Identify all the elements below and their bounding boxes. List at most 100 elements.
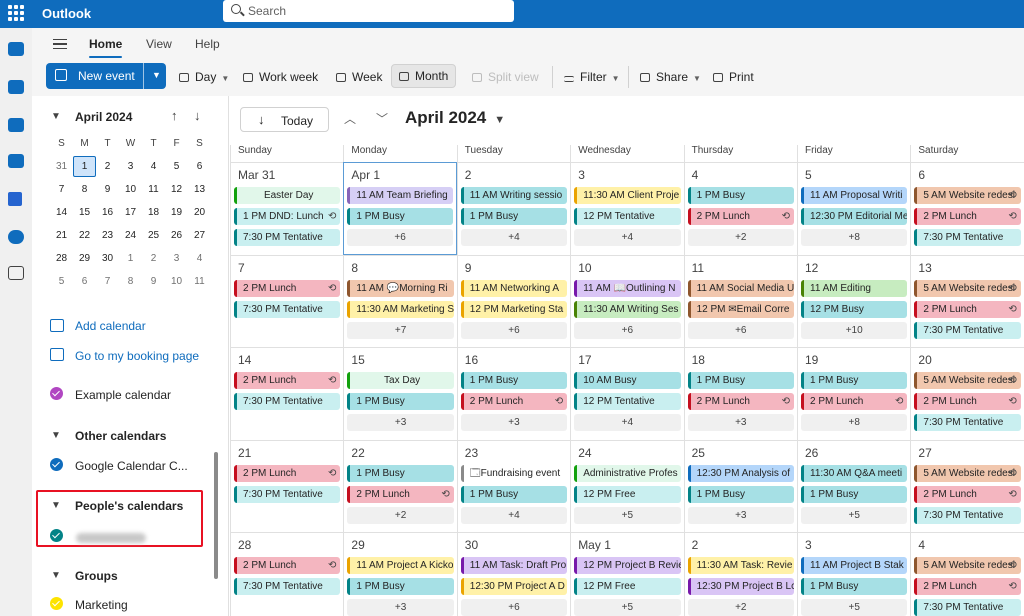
calendar-event[interactable]: 11 AM 📖Outlining N (574, 279, 681, 297)
minical-day[interactable]: 5 (165, 161, 188, 172)
day-cell[interactable]: 17 10 AM Busy 12 PM Tentative +4 (570, 347, 684, 440)
mail-icon[interactable] (8, 42, 24, 56)
day-cell[interactable]: 18 1 PM Busy 2 PM Lunch ⟲ +3 (683, 347, 797, 440)
minical-day[interactable]: 25 (142, 230, 165, 241)
google-calendar-item[interactable]: Google Calendar C... (75, 459, 188, 473)
minical-day[interactable]: 8 (119, 276, 142, 287)
calendar-event[interactable]: 2 PM Lunch ⟲ (914, 300, 1021, 318)
more-events-button[interactable]: +2 (687, 599, 794, 616)
calendar-event[interactable]: 5 AM Website redesi ⟲ (914, 372, 1021, 389)
calendar-event[interactable]: 12:30 PM Editorial Me (801, 208, 908, 225)
calendar-event[interactable]: 12 PM Free (574, 485, 681, 503)
day-cell[interactable]: 28 2 PM Lunch ⟲ 7:30 PM Tentative (230, 532, 344, 616)
minical-day[interactable]: 17 (119, 207, 142, 218)
minical-day[interactable]: 13 (188, 184, 211, 195)
minical-day[interactable]: 4 (188, 253, 211, 264)
calendar-event[interactable]: 12 PM Project B Revie (574, 557, 681, 574)
minical-day[interactable]: 31 (50, 161, 73, 172)
scrollbar[interactable] (214, 452, 218, 579)
new-event-button[interactable]: New event ▼ (46, 63, 166, 89)
calendar-event[interactable]: 11 AM Project B Stak (801, 557, 908, 574)
minical-day[interactable]: 1 (73, 156, 96, 177)
app-name[interactable]: Outlook (42, 6, 91, 21)
more-events-button[interactable]: +4 (460, 229, 568, 246)
calendar-event[interactable]: 11 AM 💬Morning Ri (347, 279, 454, 297)
day-cell[interactable]: 23 🗔Fundraising event 1 PM Busy +4 (456, 439, 571, 532)
chevron-down-icon[interactable]: ﹀ (376, 110, 388, 127)
day-cell[interactable]: May 1 12 PM Project B Revie 12 PM Free +5 (570, 532, 684, 616)
calendar-event[interactable]: 5 AM Website redesi ⟲ (914, 464, 1021, 482)
minical-day[interactable]: 10 (119, 184, 142, 195)
calendar-event[interactable]: Easter Day (234, 187, 341, 204)
calendar-icon[interactable] (8, 80, 24, 94)
calendar-event[interactable]: 1 PM Busy (347, 393, 454, 410)
calendar-event[interactable]: 12 PM Tentative (574, 393, 681, 410)
groups-icon[interactable] (8, 154, 24, 168)
calendar-event[interactable]: 11:30 AM Q&A meeti (801, 464, 908, 482)
calendar-event[interactable]: 12 PM Tentative (574, 208, 681, 225)
minical-day[interactable]: 2 (142, 253, 165, 264)
day-cell[interactable]: 7 2 PM Lunch ⟲ 7:30 PM Tentative (230, 254, 344, 347)
day-cell[interactable]: 8 11 AM 💬Morning Ri 11:30 AM Marketing S +7 (343, 254, 457, 347)
groups-header[interactable]: Groups (75, 569, 118, 583)
calendar-event[interactable]: 11:30 AM Task: Revie (687, 557, 794, 574)
minical-day[interactable]: 30 (96, 253, 119, 264)
more-events-button[interactable]: +4 (460, 506, 568, 524)
other-calendars-header[interactable]: Other calendars (75, 429, 166, 443)
day-cell[interactable]: 3 11 AM Project B Stak 1 PM Busy +5 (797, 532, 911, 616)
day-cell[interactable]: Mar 31 Easter Day 1 PM DND: Lunch ⟲ 7:30 PM … (230, 162, 344, 255)
calendar-event[interactable]: 7:30 PM Tentative (914, 599, 1021, 616)
calendar-event[interactable]: 11:30 AM Marketing S (347, 300, 454, 318)
day-cell[interactable]: 2 11 AM Writing sessio 1 PM Busy +4 (456, 162, 571, 255)
checkbox-checked-icon[interactable] (50, 597, 63, 610)
booking-page-link[interactable]: Go to my booking page (75, 349, 199, 363)
calendar-event[interactable]: 1 PM Busy (460, 485, 568, 503)
more-events-button[interactable]: +6 (460, 321, 568, 339)
people-icon[interactable] (8, 118, 24, 132)
day-cell[interactable]: 13 5 AM Website redesi ⟲ 2 PM Lunch ⟲ 7:30 PM… (910, 254, 1024, 347)
calendar-event[interactable]: 2 PM Lunch ⟲ (914, 208, 1021, 225)
print-button[interactable]: Print (713, 70, 754, 84)
more-events-button[interactable]: +3 (347, 599, 454, 616)
minical-day[interactable]: 20 (188, 207, 211, 218)
month-title[interactable]: April 2024 ▼ (405, 108, 505, 128)
day-cell[interactable]: 10 11 AM 📖Outlining N 11:30 AM Writing Ses… (570, 254, 684, 347)
menu-icon[interactable] (53, 39, 67, 49)
more-events-button[interactable]: +6 (460, 599, 568, 616)
minical-day[interactable]: 11 (142, 184, 165, 195)
day-cell[interactable]: Apr 1 11 AM Team Briefing 1 PM Busy +6 (343, 162, 457, 255)
calendar-event[interactable]: 2 PM Lunch ⟲ (460, 393, 568, 410)
calendar-event[interactable]: 11 AM Editing (801, 279, 908, 297)
calendar-event[interactable]: 1 PM Busy (801, 372, 908, 389)
calendar-event[interactable]: 2 PM Lunch ⟲ (347, 485, 454, 503)
minical-day[interactable]: 19 (165, 207, 188, 218)
minical-day[interactable]: 22 (73, 230, 96, 241)
minical-day[interactable]: 7 (96, 276, 119, 287)
more-events-button[interactable]: +2 (687, 229, 794, 246)
today-button[interactable]: ↓ Today (240, 107, 329, 132)
calendar-event[interactable]: 2 PM Lunch ⟲ (914, 393, 1021, 410)
calendar-event[interactable]: 1 PM Busy (801, 485, 908, 503)
calendar-event[interactable]: 1 PM Busy (460, 372, 568, 389)
more-events-button[interactable]: +5 (574, 599, 681, 616)
calendar-event[interactable]: 🗔Fundraising event (460, 464, 568, 482)
share-button[interactable]: Share ▼ (640, 70, 701, 84)
calendar-event[interactable]: 2 PM Lunch ⟲ (687, 208, 794, 225)
calendar-event[interactable]: 7:30 PM Tentative (234, 578, 341, 595)
more-events-button[interactable]: +6 (347, 229, 453, 246)
minical-title[interactable]: April 2024 (75, 110, 132, 124)
more-events-button[interactable]: +7 (347, 321, 454, 339)
todo-icon[interactable] (8, 192, 22, 206)
calendar-event[interactable]: 12 PM Free (574, 578, 681, 595)
calendar-event[interactable]: 2 PM Lunch ⟲ (801, 393, 908, 410)
calendar-event[interactable]: 11 AM Project A Kicko (347, 557, 454, 574)
week-button[interactable]: Week (336, 70, 382, 84)
calendar-event[interactable]: 11 AM Networking A (460, 279, 568, 297)
calendar-event[interactable]: 2 PM Lunch ⟲ (914, 578, 1021, 595)
more-events-button[interactable]: +2 (347, 506, 454, 524)
calendar-event[interactable]: 11 AM Writing sessio (460, 187, 568, 204)
calendar-event[interactable]: 5 AM Website redesi ⟲ (914, 187, 1021, 204)
minical-day[interactable]: 16 (96, 207, 119, 218)
app-launcher-icon[interactable] (8, 5, 24, 21)
minical-day[interactable]: 4 (142, 161, 165, 172)
